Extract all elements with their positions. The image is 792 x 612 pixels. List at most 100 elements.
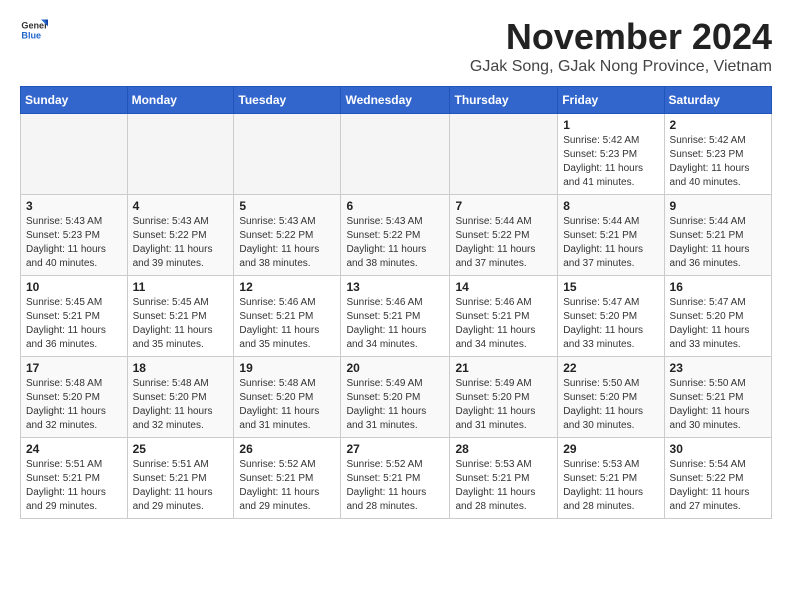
- day-info: Sunrise: 5:46 AM Sunset: 5:21 PM Dayligh…: [346, 296, 444, 352]
- calendar-day-cell: 12Sunrise: 5:46 AM Sunset: 5:21 PM Dayli…: [234, 276, 341, 357]
- day-number: 8: [563, 199, 658, 213]
- day-number: 17: [26, 361, 122, 375]
- calendar-day-cell: 17 Sunrise: 5:48 AM Sunset: 5:20 PM Dayli…: [21, 357, 128, 438]
- calendar-day-cell: [341, 114, 450, 195]
- calendar-day-cell: [21, 114, 128, 195]
- location-subtitle: GJak Song, GJak Nong Province, Vietnam: [470, 58, 772, 76]
- day-number: 7: [455, 199, 552, 213]
- day-number: 24: [26, 442, 122, 456]
- calendar-day-cell: 20 Sunrise: 5:49 AM Sunset: 5:20 PM Dayli…: [341, 357, 450, 438]
- day-number: 18: [133, 361, 229, 375]
- day-info: Sunrise: 5:51 AM Sunset: 5:21 PM Dayligh…: [26, 458, 122, 514]
- calendar-day-cell: 24 Sunrise: 5:51 AM Sunset: 5:21 PM Dayli…: [21, 438, 128, 519]
- day-info: Sunrise: 5:47 AM Sunset: 5:20 PM Dayligh…: [563, 296, 658, 352]
- day-info: Sunrise: 5:49 AM Sunset: 5:20 PM Dayligh…: [455, 377, 552, 433]
- calendar-day-cell: 16 Sunrise: 5:47 AM Sunset: 5:20 PM Dayli…: [664, 276, 771, 357]
- calendar-day-cell: [127, 114, 234, 195]
- logo-icon: General Blue: [20, 16, 48, 44]
- calendar-day-cell: 5Sunrise: 5:43 AM Sunset: 5:22 PM Daylig…: [234, 195, 341, 276]
- calendar-week-row: 10Sunrise: 5:45 AM Sunset: 5:21 PM Dayli…: [21, 276, 772, 357]
- day-number: 29: [563, 442, 658, 456]
- calendar-day-cell: 28 Sunrise: 5:53 AM Sunset: 5:21 PM Dayli…: [450, 438, 558, 519]
- calendar-day-cell: [234, 114, 341, 195]
- calendar-day-cell: 6 Sunrise: 5:43 AM Sunset: 5:22 PM Daylig…: [341, 195, 450, 276]
- day-number: 15: [563, 280, 658, 294]
- day-number: 9: [670, 199, 766, 213]
- svg-text:Blue: Blue: [21, 30, 41, 40]
- day-number: 26: [239, 442, 335, 456]
- day-info: Sunrise: 5:51 AM Sunset: 5:21 PM Dayligh…: [133, 458, 229, 514]
- weekday-cell: Sunday: [21, 87, 128, 114]
- calendar-body: 1 Sunrise: 5:42 AM Sunset: 5:23 PM Daylig…: [21, 114, 772, 519]
- day-info: Sunrise: 5:43 AM Sunset: 5:23 PM Dayligh…: [26, 215, 122, 271]
- day-info: Sunrise: 5:45 AM Sunset: 5:21 PM Dayligh…: [133, 296, 229, 352]
- day-number: 14: [455, 280, 552, 294]
- calendar-day-cell: [450, 114, 558, 195]
- day-info: Sunrise: 5:48 AM Sunset: 5:20 PM Dayligh…: [133, 377, 229, 433]
- calendar-day-cell: 7Sunrise: 5:44 AM Sunset: 5:22 PM Daylig…: [450, 195, 558, 276]
- weekday-cell: Saturday: [664, 87, 771, 114]
- day-number: 21: [455, 361, 552, 375]
- day-info: Sunrise: 5:52 AM Sunset: 5:21 PM Dayligh…: [239, 458, 335, 514]
- day-number: 25: [133, 442, 229, 456]
- day-number: 28: [455, 442, 552, 456]
- weekday-cell: Friday: [558, 87, 664, 114]
- day-info: Sunrise: 5:50 AM Sunset: 5:20 PM Dayligh…: [563, 377, 658, 433]
- day-number: 20: [346, 361, 444, 375]
- day-info: Sunrise: 5:48 AM Sunset: 5:20 PM Dayligh…: [26, 377, 122, 433]
- day-number: 22: [563, 361, 658, 375]
- day-info: Sunrise: 5:50 AM Sunset: 5:21 PM Dayligh…: [670, 377, 766, 433]
- calendar-day-cell: 4 Sunrise: 5:43 AM Sunset: 5:22 PM Daylig…: [127, 195, 234, 276]
- day-info: Sunrise: 5:43 AM Sunset: 5:22 PM Dayligh…: [133, 215, 229, 271]
- day-number: 30: [670, 442, 766, 456]
- calendar-day-cell: 14 Sunrise: 5:46 AM Sunset: 5:21 PM Dayli…: [450, 276, 558, 357]
- day-info: Sunrise: 5:49 AM Sunset: 5:20 PM Dayligh…: [346, 377, 444, 433]
- day-number: 1: [563, 118, 658, 132]
- day-info: Sunrise: 5:44 AM Sunset: 5:21 PM Dayligh…: [563, 215, 658, 271]
- calendar-week-row: 24 Sunrise: 5:51 AM Sunset: 5:21 PM Dayli…: [21, 438, 772, 519]
- calendar-week-row: 17 Sunrise: 5:48 AM Sunset: 5:20 PM Dayli…: [21, 357, 772, 438]
- calendar-day-cell: 13 Sunrise: 5:46 AM Sunset: 5:21 PM Dayli…: [341, 276, 450, 357]
- day-number: 2: [670, 118, 766, 132]
- day-number: 13: [346, 280, 444, 294]
- calendar-day-cell: 10Sunrise: 5:45 AM Sunset: 5:21 PM Dayli…: [21, 276, 128, 357]
- calendar-week-row: 3 Sunrise: 5:43 AM Sunset: 5:23 PM Daylig…: [21, 195, 772, 276]
- day-number: 12: [239, 280, 335, 294]
- day-info: Sunrise: 5:47 AM Sunset: 5:20 PM Dayligh…: [670, 296, 766, 352]
- weekday-cell: Monday: [127, 87, 234, 114]
- calendar-day-cell: 30 Sunrise: 5:54 AM Sunset: 5:22 PM Dayli…: [664, 438, 771, 519]
- day-info: Sunrise: 5:46 AM Sunset: 5:21 PM Dayligh…: [455, 296, 552, 352]
- calendar-day-cell: 2 Sunrise: 5:42 AM Sunset: 5:23 PM Daylig…: [664, 114, 771, 195]
- day-info: Sunrise: 5:44 AM Sunset: 5:21 PM Dayligh…: [670, 215, 766, 271]
- day-number: 16: [670, 280, 766, 294]
- page-header: General Blue November 2024 GJak Song, GJ…: [20, 16, 772, 76]
- day-info: Sunrise: 5:48 AM Sunset: 5:20 PM Dayligh…: [239, 377, 335, 433]
- day-info: Sunrise: 5:45 AM Sunset: 5:21 PM Dayligh…: [26, 296, 122, 352]
- weekday-header-row: SundayMondayTuesdayWednesdayThursdayFrid…: [21, 87, 772, 114]
- calendar-week-row: 1 Sunrise: 5:42 AM Sunset: 5:23 PM Daylig…: [21, 114, 772, 195]
- calendar-day-cell: 29 Sunrise: 5:53 AM Sunset: 5:21 PM Dayli…: [558, 438, 664, 519]
- day-info: Sunrise: 5:52 AM Sunset: 5:21 PM Dayligh…: [346, 458, 444, 514]
- day-info: Sunrise: 5:43 AM Sunset: 5:22 PM Dayligh…: [346, 215, 444, 271]
- day-info: Sunrise: 5:54 AM Sunset: 5:22 PM Dayligh…: [670, 458, 766, 514]
- weekday-cell: Wednesday: [341, 87, 450, 114]
- calendar-day-cell: 11 Sunrise: 5:45 AM Sunset: 5:21 PM Dayli…: [127, 276, 234, 357]
- day-number: 4: [133, 199, 229, 213]
- month-year-title: November 2024: [470, 16, 772, 58]
- day-number: 11: [133, 280, 229, 294]
- day-info: Sunrise: 5:42 AM Sunset: 5:23 PM Dayligh…: [670, 134, 766, 190]
- day-info: Sunrise: 5:53 AM Sunset: 5:21 PM Dayligh…: [455, 458, 552, 514]
- calendar-day-cell: 25 Sunrise: 5:51 AM Sunset: 5:21 PM Dayli…: [127, 438, 234, 519]
- day-info: Sunrise: 5:53 AM Sunset: 5:21 PM Dayligh…: [563, 458, 658, 514]
- day-number: 6: [346, 199, 444, 213]
- calendar-day-cell: 19 Sunrise: 5:48 AM Sunset: 5:20 PM Dayli…: [234, 357, 341, 438]
- calendar-day-cell: 15 Sunrise: 5:47 AM Sunset: 5:20 PM Dayli…: [558, 276, 664, 357]
- calendar-day-cell: 23Sunrise: 5:50 AM Sunset: 5:21 PM Dayli…: [664, 357, 771, 438]
- weekday-cell: Tuesday: [234, 87, 341, 114]
- day-number: 19: [239, 361, 335, 375]
- title-block: November 2024 GJak Song, GJak Nong Provi…: [470, 16, 772, 76]
- weekday-cell: Thursday: [450, 87, 558, 114]
- calendar-day-cell: 3 Sunrise: 5:43 AM Sunset: 5:23 PM Daylig…: [21, 195, 128, 276]
- day-info: Sunrise: 5:42 AM Sunset: 5:23 PM Dayligh…: [563, 134, 658, 190]
- day-number: 3: [26, 199, 122, 213]
